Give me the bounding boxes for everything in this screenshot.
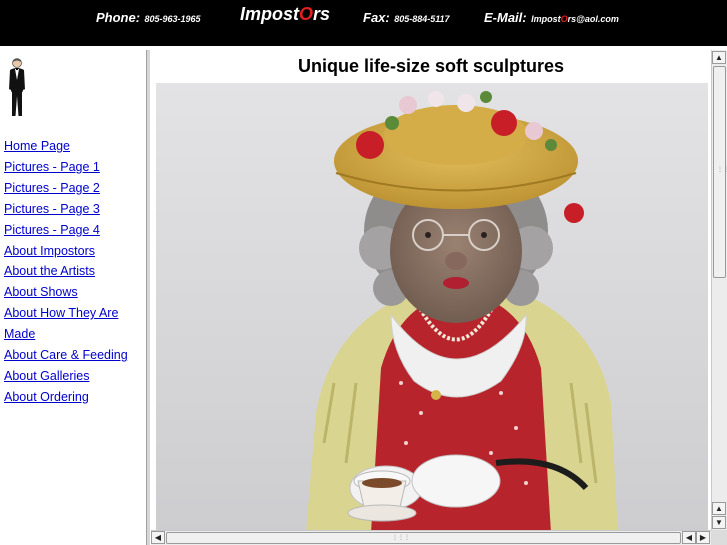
scroll-left-button-right[interactable]: ◀ (682, 531, 696, 544)
fax-label: Fax: (363, 10, 390, 25)
nav-link-home-page[interactable]: Home Page (4, 139, 70, 153)
scroll-up-button[interactable]: ▲ (712, 51, 726, 64)
email-text-end: rs@aol.com (567, 14, 619, 24)
phone-info: Phone: 805-963-1965 (96, 9, 201, 27)
nav-link-about-ordering[interactable]: About Ordering (4, 390, 89, 404)
email-red-o: O (560, 14, 568, 24)
vertical-scrollbar[interactable]: ▲ ⋮⋮ ▲ ▼ (711, 50, 727, 530)
vertical-grip-icon: ⋮⋮ (717, 167, 727, 173)
nav-link-pictures-page-2[interactable]: Pictures - Page 2 (4, 181, 100, 195)
nav-item: Pictures - Page 3 (4, 199, 140, 220)
nav-link-about-shows[interactable]: About Shows (4, 285, 78, 299)
brand-text-end: rs (313, 4, 331, 24)
brand-text-start: Impost (240, 4, 300, 24)
nav-link-about-galleries[interactable]: About Galleries (4, 369, 89, 383)
email-label: E-Mail: (484, 10, 527, 25)
nav-item: Pictures - Page 1 (4, 157, 140, 178)
header-bar: Phone: 805-963-1965 ImpostOrs Fax: 805-8… (0, 0, 727, 46)
nav-link-pictures-page-3[interactable]: Pictures - Page 3 (4, 202, 100, 216)
nav-item: Pictures - Page 2 (4, 178, 140, 199)
butler-mascot-image (7, 58, 27, 116)
email-info: E-Mail: ImpostOrs@aol.com (484, 9, 619, 27)
nav-item: About Care & Feeding (4, 345, 140, 366)
scrollbar-corner (711, 530, 727, 545)
nav-item: About Galleries (4, 366, 140, 387)
email-address: ImpostOrs@aol.com (531, 14, 619, 24)
nav-item: Pictures - Page 4 (4, 220, 140, 241)
nav-item: About the Artists (4, 261, 140, 282)
nav-item: About How They Are Made (4, 303, 140, 345)
nav-link-about-care-feeding[interactable]: About Care & Feeding (4, 348, 128, 362)
nav-item: About Impostors (4, 241, 140, 262)
phone-label: Phone: (96, 10, 141, 25)
fax-number: 805-884-5117 (394, 14, 450, 24)
nav-frame: Home Page Pictures - Page 1 Pictures - Pag… (0, 50, 146, 545)
scroll-right-button[interactable]: ▶ (696, 531, 710, 544)
nav-item: Home Page (4, 136, 140, 157)
page-title: Unique life-size soft sculptures (297, 56, 565, 76)
scroll-left-button[interactable]: ◀ (151, 531, 165, 544)
scroll-down-button-upper[interactable]: ▲ (712, 502, 726, 515)
horizontal-scroll-thumb[interactable]: ⋮⋮⋮ (166, 532, 681, 544)
nav-link-about-how-they-are-made[interactable]: About How They Are Made (4, 306, 118, 341)
nav-link-about-the-artists[interactable]: About the Artists (4, 264, 95, 278)
nav-item: About Shows (4, 282, 140, 303)
content-frame: Unique life-size soft sculptures (151, 50, 711, 530)
soft-sculpture-photo (156, 83, 708, 530)
nav-link-pictures-page-1[interactable]: Pictures - Page 1 (4, 160, 100, 174)
phone-number: 805-963-1965 (144, 14, 201, 24)
scroll-down-button[interactable]: ▼ (712, 516, 726, 529)
brand-red-o: O (299, 4, 314, 24)
email-text-start: Impost (531, 14, 561, 24)
vertical-scroll-thumb[interactable]: ⋮⋮ (713, 66, 727, 278)
nav-link-pictures-page-4[interactable]: Pictures - Page 4 (4, 223, 100, 237)
horizontal-scrollbar[interactable]: ◀ ⋮⋮⋮ ◀ ▶ (151, 530, 711, 545)
nav-item: About Ordering (4, 387, 140, 408)
nav-list: Home Page Pictures - Page 1 Pictures - Pag… (4, 136, 140, 408)
site-logo: ImpostOrs (240, 4, 330, 25)
horizontal-grip-icon: ⋮⋮⋮ (392, 535, 410, 541)
nav-link-about-impostors[interactable]: About Impostors (4, 244, 95, 258)
fax-info: Fax: 805-884-5117 (363, 9, 450, 27)
